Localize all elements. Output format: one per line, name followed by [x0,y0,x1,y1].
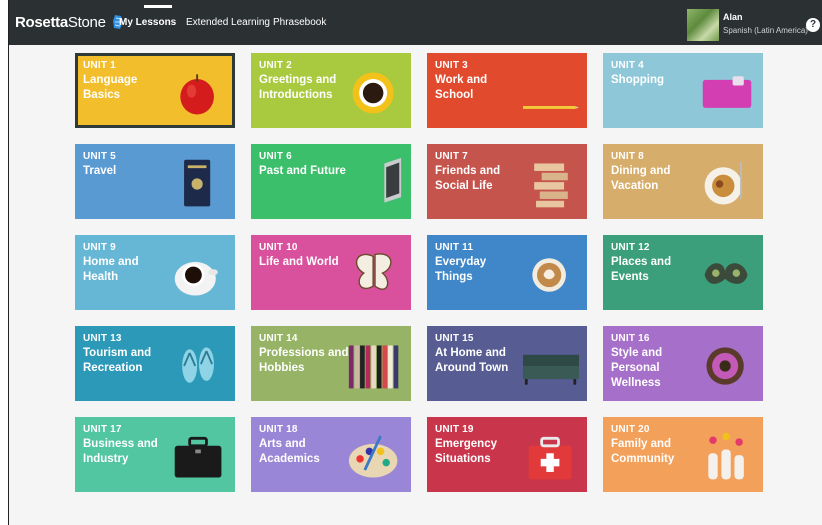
unit-tile[interactable]: UNIT 14 Professions and Hobbies [251,326,411,401]
unit-number: UNIT 3 [435,60,468,71]
unit-number: UNIT 17 [83,424,122,435]
unit-number: UNIT 14 [259,333,298,344]
app-window: RosettaStone My Lessons Extended Learnin… [8,0,822,525]
unit-title: Past and Future [259,165,346,177]
unit-title: Tourism and Recreation [83,347,152,374]
user-avatar[interactable] [687,9,719,41]
unit-tile[interactable]: UNIT 3 Work and School [427,53,587,128]
help-icon[interactable]: ? [806,18,820,32]
unit-title: Everyday Things [435,256,487,283]
unit-number: UNIT 2 [259,60,292,71]
unit-title: Dining and Vacation [611,165,671,192]
coffee-cup-icon [352,72,394,114]
unit-number: UNIT 19 [435,424,474,435]
unit-number: UNIT 13 [83,333,122,344]
mask-icon [704,263,748,284]
unit-title: Professions and Hobbies [259,347,349,374]
unit-tile[interactable]: UNIT 9 Home and Health [75,235,235,310]
brand-name-light: Stone [67,14,106,31]
unit-number: UNIT 7 [435,151,468,162]
unit-tile[interactable]: UNIT 16 Style and Personal Wellness [603,326,763,401]
unit-title: Style and Personal Wellness [611,347,663,389]
briefcase-icon [173,436,223,479]
unit-title: Shopping [611,74,665,86]
unit-number: UNIT 10 [259,242,298,253]
unit-number: UNIT 4 [611,60,644,71]
unit-tile[interactable]: UNIT 20 Family and Community [603,417,763,492]
wallet-icon [702,76,752,108]
unit-number: UNIT 9 [83,242,116,253]
unit-number: UNIT 6 [259,151,292,162]
tab-phrasebook[interactable]: Phrasebook [273,17,326,28]
unit-tile[interactable]: UNIT 2 Greetings and Introductions [251,53,411,128]
unit-title: Greetings and Introductions [259,74,337,101]
pencil-icon [523,106,579,109]
units-grid: UNIT 1 Language Basics UNIT 2 Greetings and… [75,53,763,492]
unit-tile[interactable]: UNIT 11 Everyday Things [427,235,587,310]
user-name[interactable]: Alan [723,12,743,22]
unit-number: UNIT 20 [611,424,650,435]
user-language[interactable]: Spanish (Latin America) [723,26,808,35]
unit-tile[interactable]: UNIT 6 Past and Future [251,144,411,219]
jenga-blocks-icon [534,163,568,208]
tab-my-lessons[interactable]: My Lessons [119,17,176,28]
unit-tile[interactable]: UNIT 18 Arts and Academics [251,417,411,492]
tab-extended-learning[interactable]: Extended Learning [186,17,270,28]
unit-number: UNIT 18 [259,424,298,435]
unit-title: Travel [83,165,117,177]
unit-tile[interactable]: UNIT 10 Life and World [251,235,411,310]
unit-title: At Home and Around Town [435,347,509,374]
unit-tile[interactable]: UNIT 15 At Home and Around Town [427,326,587,401]
unit-tile[interactable]: UNIT 19 Emergency Situations [427,417,587,492]
colored-pencils-icon [348,345,399,389]
flower-icon [706,347,744,385]
unit-number: UNIT 16 [611,333,650,344]
unit-number: UNIT 5 [83,151,116,162]
unit-title: Work and School [435,74,488,101]
apple-icon [180,74,214,115]
coffee-mug-icon [174,261,218,296]
unit-title: Family and Community [611,438,675,465]
unit-tile[interactable]: UNIT 8 Dining and Vacation [603,144,763,219]
unit-number: UNIT 1 [83,60,116,71]
unit-tile[interactable]: UNIT 5 Travel [75,144,235,219]
unit-number: UNIT 11 [435,242,474,253]
unit-title: Business and Industry [83,438,158,465]
unit-tile[interactable]: UNIT 13 Tourism and Recreation [75,326,235,401]
passport-icon [184,159,211,207]
flip-flops-icon [181,346,215,384]
unit-title: Life and World [259,256,339,268]
unit-tile[interactable]: UNIT 1 Language Basics [75,53,235,128]
first-aid-kit-icon [527,436,573,481]
unit-title: Friends and Social Life [435,165,501,192]
unit-tile[interactable]: UNIT 4 Shopping [603,53,763,128]
unit-title: Home and Health [83,256,139,283]
butterfly-icon [355,253,392,290]
sofa-icon [523,354,579,385]
unit-number: UNIT 8 [611,151,644,162]
unit-number: UNIT 15 [435,333,474,344]
unit-tile[interactable]: UNIT 12 Places and Events [603,235,763,310]
active-tab-indicator [144,5,172,8]
unit-title: Emergency Situations [435,438,498,465]
latte-icon [532,258,566,292]
laptop-icon [384,157,402,203]
flower-vases-icon [708,432,744,480]
unit-tile[interactable]: UNIT 17 Business and Industry [75,417,235,492]
unit-title: Arts and Academics [259,438,320,465]
unit-title: Language Basics [83,74,138,101]
brand-name-bold: Rosetta [15,14,68,31]
unit-title: Places and Events [611,256,672,283]
top-bar: RosettaStone My Lessons Extended Learnin… [9,0,822,45]
paint-palette-icon [348,435,398,478]
unit-tile[interactable]: UNIT 7 Friends and Social Life [427,144,587,219]
pasta-plate-icon [704,161,742,205]
rosetta-stone-logo[interactable]: RosettaStone [15,14,124,34]
unit-number: UNIT 12 [611,242,650,253]
